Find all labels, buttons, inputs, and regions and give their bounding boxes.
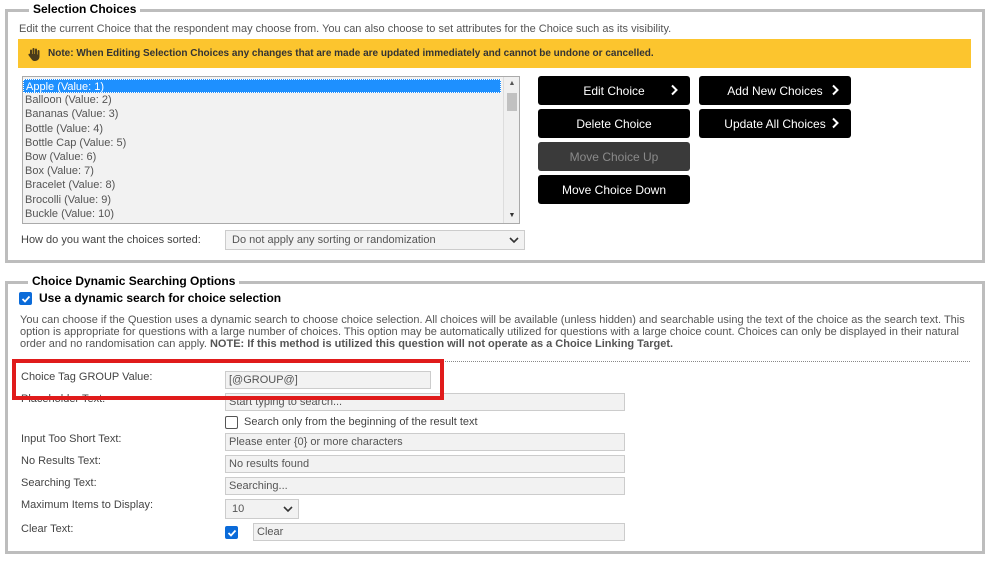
move-choice-down-button[interactable]: Move Choice Down bbox=[538, 175, 690, 204]
edit-warning-note: Note: When Editing Selection Choices any… bbox=[18, 39, 971, 68]
move-choice-down-label: Move Choice Down bbox=[561, 182, 667, 197]
choice-list: Apple (Value: 1) Balloon (Value: 2) Banana… bbox=[23, 77, 519, 223]
choice-option[interactable]: Bananas (Value: 3) bbox=[23, 107, 519, 121]
choices-listbox[interactable]: Apple (Value: 1) Balloon (Value: 2) Banana… bbox=[22, 76, 520, 224]
use-dynamic-search-checkbox[interactable] bbox=[19, 292, 32, 305]
edit-choice-label: Edit Choice bbox=[583, 83, 645, 98]
choice-option[interactable]: Candle (Value: 11) bbox=[23, 221, 519, 223]
max-items-value: 10 bbox=[232, 503, 245, 515]
scroll-down-arrow-icon[interactable]: ▼ bbox=[504, 209, 519, 223]
use-dynamic-search-label: Use a dynamic search for choice selectio… bbox=[39, 291, 282, 305]
sort-select-value: Do not apply any sorting or randomizatio… bbox=[232, 234, 436, 246]
choice-option[interactable]: Buckle (Value: 10) bbox=[23, 207, 519, 221]
dynamic-description-note: NOTE: If this method is utilized this qu… bbox=[209, 338, 674, 350]
chevron-down-icon bbox=[509, 237, 519, 244]
max-items-label: Maximum Items to Display: bbox=[21, 499, 154, 511]
choice-option[interactable]: Bottle (Value: 4) bbox=[23, 122, 519, 136]
checkmark-icon bbox=[227, 529, 237, 537]
move-choice-up-label: Move Choice Up bbox=[569, 149, 659, 164]
choice-option[interactable]: Brocolli (Value: 9) bbox=[23, 193, 519, 207]
chevron-right-icon bbox=[832, 84, 839, 96]
too-short-label: Input Too Short Text: bbox=[21, 433, 122, 445]
searching-text-label: Searching Text: bbox=[21, 477, 97, 489]
scroll-up-arrow-icon[interactable]: ▲ bbox=[504, 77, 519, 91]
clear-text-label: Clear Text: bbox=[21, 523, 74, 535]
hand-stop-icon bbox=[28, 47, 40, 61]
checkmark-icon bbox=[21, 295, 31, 303]
move-choice-up-button[interactable]: Move Choice Up bbox=[538, 142, 690, 171]
delete-choice-button[interactable]: Delete Choice bbox=[538, 109, 690, 138]
search-beginning-label: Search only from the beginning of the re… bbox=[244, 416, 478, 428]
sort-label: How do you want the choices sorted: bbox=[21, 234, 201, 246]
scrollbar-thumb[interactable] bbox=[507, 93, 517, 111]
selection-choices-legend: Selection Choices bbox=[29, 2, 141, 16]
chevron-right-icon bbox=[671, 84, 678, 96]
choice-option[interactable]: Balloon (Value: 2) bbox=[23, 93, 519, 107]
search-beginning-checkbox[interactable] bbox=[225, 416, 238, 429]
chevron-down-icon bbox=[283, 506, 293, 513]
too-short-input[interactable] bbox=[225, 433, 625, 451]
dynamic-description: You can choose if the Question uses a dy… bbox=[20, 314, 968, 350]
delete-choice-label: Delete Choice bbox=[576, 116, 652, 131]
listbox-scrollbar[interactable]: ▲ ▼ bbox=[503, 77, 519, 223]
searching-text-input[interactable] bbox=[225, 477, 625, 495]
selection-description: Edit the current Choice that the respond… bbox=[19, 23, 672, 35]
update-all-choices-label: Update All Choices bbox=[724, 116, 826, 131]
no-results-input[interactable] bbox=[225, 455, 625, 473]
no-results-label: No Results Text: bbox=[21, 455, 101, 467]
chevron-right-icon bbox=[832, 117, 839, 129]
update-all-choices-button[interactable]: Update All Choices bbox=[699, 109, 851, 138]
choice-option[interactable]: Box (Value: 7) bbox=[23, 164, 519, 178]
sort-select[interactable]: Do not apply any sorting or randomizatio… bbox=[225, 230, 525, 250]
choice-option[interactable]: Apple (Value: 1) bbox=[23, 79, 501, 94]
add-new-choices-button[interactable]: Add New Choices bbox=[699, 76, 851, 105]
choice-option[interactable]: Bottle Cap (Value: 5) bbox=[23, 136, 519, 150]
clear-text-checkbox[interactable] bbox=[225, 526, 238, 539]
add-new-choices-label: Add New Choices bbox=[727, 83, 823, 98]
clear-text-input[interactable] bbox=[253, 523, 625, 541]
choice-option[interactable]: Bracelet (Value: 8) bbox=[23, 178, 519, 192]
note-text: Note: When Editing Selection Choices any… bbox=[48, 48, 654, 59]
choice-option[interactable]: Bow (Value: 6) bbox=[23, 150, 519, 164]
max-items-select[interactable]: 10 bbox=[225, 499, 299, 519]
highlight-box bbox=[12, 359, 444, 400]
dynamic-search-legend: Choice Dynamic Searching Options bbox=[28, 274, 240, 288]
edit-choice-button[interactable]: Edit Choice bbox=[538, 76, 690, 105]
